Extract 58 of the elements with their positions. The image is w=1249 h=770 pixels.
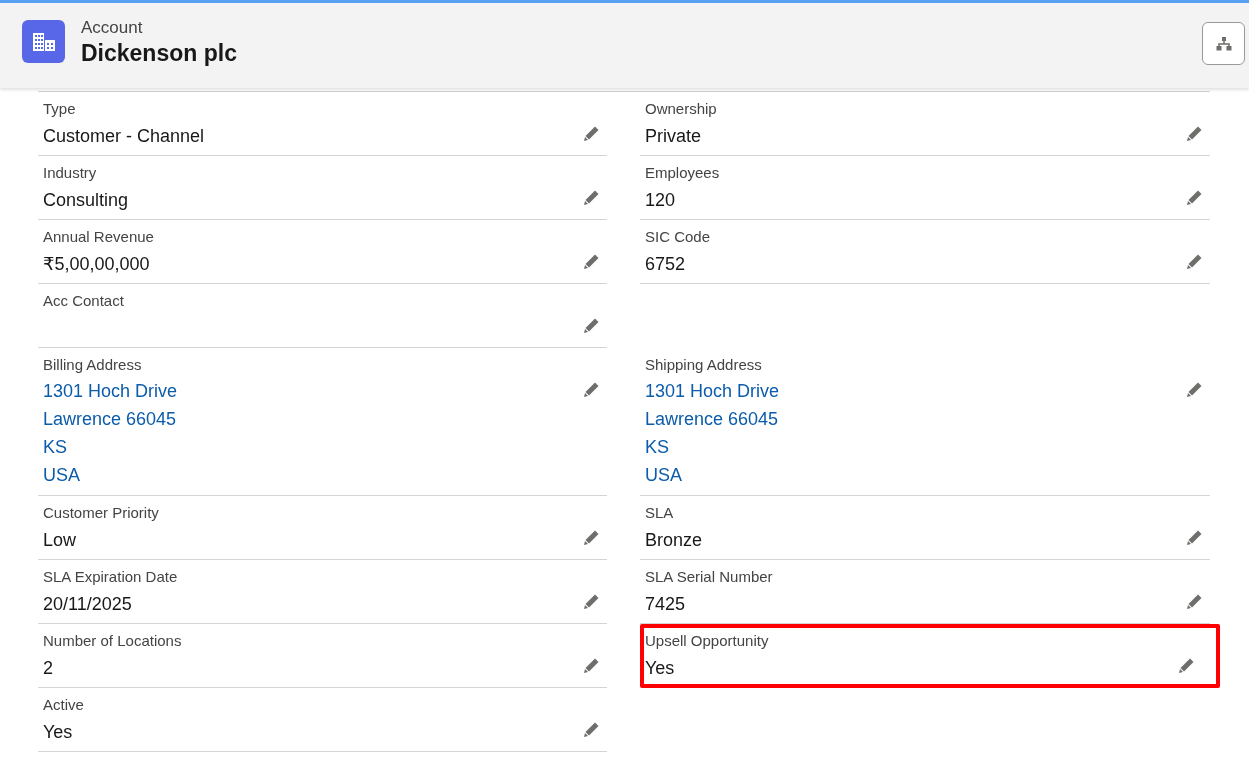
- field-label: Number of Locations: [43, 631, 183, 651]
- pencil-icon: [582, 592, 600, 610]
- field-label: SLA Serial Number: [645, 567, 774, 587]
- pencil-icon: [582, 124, 600, 142]
- field-label: Type: [43, 99, 77, 119]
- address-link[interactable]: Lawrence 66045: [645, 405, 1184, 433]
- field-value: ₹5,00,00,000: [43, 253, 151, 276]
- address-link[interactable]: Lawrence 66045: [43, 405, 581, 433]
- field-label: SIC Code: [645, 227, 712, 247]
- pencil-icon: [1185, 188, 1203, 206]
- field-value: Customer - Channel: [43, 125, 206, 148]
- field-label: Billing Address: [43, 355, 143, 375]
- field-value: Yes: [645, 657, 676, 680]
- pencil-icon: [582, 656, 600, 674]
- pencil-icon: [582, 380, 600, 398]
- field-label: Customer Priority: [43, 503, 160, 523]
- pencil-icon: [1185, 252, 1203, 270]
- address-link[interactable]: USA: [645, 461, 1184, 489]
- field-value: 6752: [645, 253, 687, 276]
- pencil-icon: [1185, 528, 1203, 546]
- pencil-icon: [1177, 656, 1195, 674]
- field-label: Employees: [645, 163, 721, 183]
- hierarchy-icon: [1215, 36, 1232, 51]
- pencil-icon: [582, 720, 600, 738]
- field-label: SLA Expiration Date: [43, 567, 179, 587]
- field-label: Annual Revenue: [43, 227, 155, 247]
- pencil-icon: [1185, 380, 1203, 398]
- address-link[interactable]: 1301 Hoch Drive: [43, 377, 581, 405]
- field-value: 7425: [645, 593, 687, 616]
- object-type-label: Account: [81, 18, 144, 38]
- address-link[interactable]: USA: [43, 461, 581, 489]
- hierarchy-button[interactable]: [1202, 22, 1245, 65]
- address-link[interactable]: KS: [645, 433, 1184, 461]
- pencil-icon: [582, 316, 600, 334]
- field-label: Active: [43, 695, 85, 715]
- field-label: SLA: [645, 503, 675, 523]
- field-value: Private: [645, 125, 703, 148]
- pencil-icon: [1185, 124, 1203, 142]
- field-label: Upsell Opportunity: [645, 631, 770, 651]
- pencil-icon: [1185, 592, 1203, 610]
- field-value: Yes: [43, 721, 74, 744]
- field-value: 2: [43, 657, 54, 680]
- field-label: Acc Contact: [43, 291, 125, 311]
- field-label: Shipping Address: [645, 355, 763, 375]
- address-link[interactable]: 1301 Hoch Drive: [645, 377, 1184, 405]
- field-value: Bronze: [645, 529, 704, 552]
- field-value: 20/11/2025: [43, 593, 133, 616]
- record-title: Dickenson plc: [81, 40, 237, 67]
- pencil-icon: [582, 252, 600, 270]
- pencil-icon: [582, 528, 600, 546]
- field-value: 120: [645, 189, 677, 212]
- field-value: Consulting: [43, 189, 130, 212]
- pencil-icon: [582, 188, 600, 206]
- field-value: Low: [43, 529, 78, 552]
- field-label: Ownership: [645, 99, 718, 119]
- building-icon: [22, 20, 65, 63]
- field-label: Industry: [43, 163, 98, 183]
- address-link[interactable]: KS: [43, 433, 581, 461]
